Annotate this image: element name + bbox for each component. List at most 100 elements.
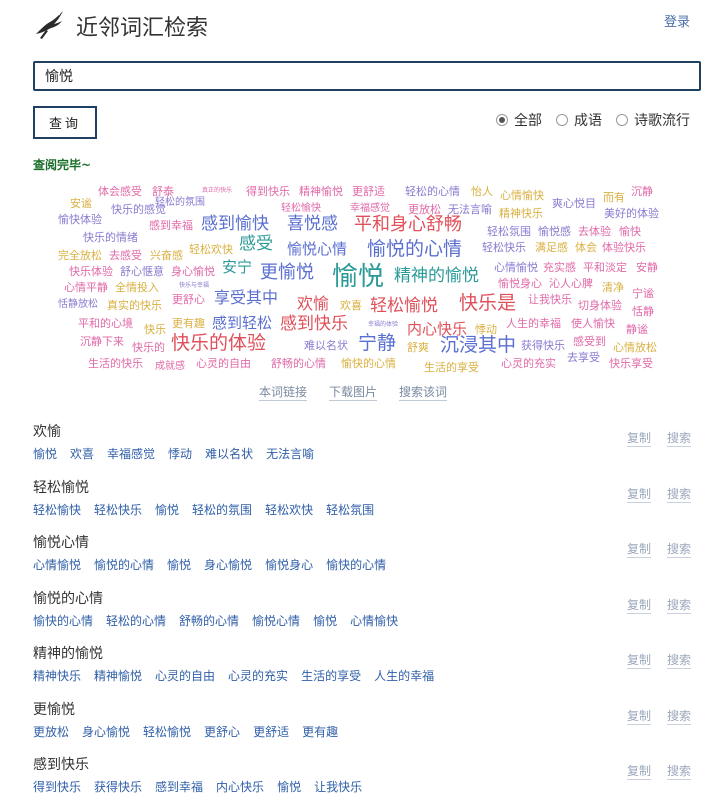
cloud-word[interactable]: 愉悦身心: [498, 278, 542, 289]
group-word-link[interactable]: 内心快乐: [216, 778, 264, 795]
cloud-word[interactable]: 更舒适: [352, 186, 385, 197]
cloud-word[interactable]: 心情放松: [613, 342, 657, 353]
cloud-word[interactable]: 平和的心境: [78, 318, 133, 329]
cloud-word[interactable]: 心情平静: [64, 282, 108, 293]
cloud-word[interactable]: 愉快的心情: [341, 358, 396, 369]
group-word-link[interactable]: 轻松的氛围: [192, 501, 252, 518]
group-word-link[interactable]: 心灵的充实: [228, 667, 288, 684]
cloud-word[interactable]: 感到轻松: [212, 316, 272, 331]
group-word-link[interactable]: 获得快乐: [94, 778, 142, 795]
cloud-word[interactable]: 切身体验: [578, 300, 622, 311]
group-word-link[interactable]: 愉悦: [155, 501, 179, 518]
cloud-word[interactable]: 静谧: [626, 324, 648, 335]
cloud-word[interactable]: 满足感: [535, 242, 568, 253]
group-word-link[interactable]: 更有趣: [302, 723, 338, 740]
search-button[interactable]: 搜索: [666, 651, 691, 669]
group-word-link[interactable]: 欢喜: [70, 445, 94, 462]
group-title[interactable]: 轻松愉悦: [33, 477, 89, 497]
cloud-word[interactable]: 沁人心脾: [549, 278, 593, 289]
group-word-link[interactable]: 愉悦: [313, 612, 337, 629]
cloud-word[interactable]: 快乐享受: [609, 358, 653, 369]
copy-button[interactable]: 复制: [626, 707, 651, 725]
cloud-word[interactable]: 怡人: [471, 186, 493, 197]
cloud-word[interactable]: 精神愉悦: [299, 186, 343, 197]
group-word-link[interactable]: 轻松的心情: [106, 612, 166, 629]
cloud-word[interactable]: 享受其中: [214, 290, 278, 306]
group-word-link[interactable]: 轻松愉悦: [143, 723, 191, 740]
cloud-word[interactable]: 恬静: [632, 306, 654, 317]
group-title[interactable]: 感到快乐: [33, 754, 89, 774]
cloud-word[interactable]: 快乐与幸福: [179, 283, 209, 289]
search-button[interactable]: 搜索: [666, 485, 691, 503]
cloud-word[interactable]: 心情愉快: [500, 190, 544, 201]
login-link[interactable]: 登录: [664, 11, 690, 30]
group-word-link[interactable]: 悸动: [168, 445, 192, 462]
group-title[interactable]: 愉悦的心情: [33, 588, 103, 608]
copy-button[interactable]: 复制: [626, 762, 651, 780]
cloud-word[interactable]: 去体验: [578, 226, 611, 237]
cloud-word[interactable]: 舒泰: [152, 186, 174, 197]
cloud-word[interactable]: 快乐的感觉: [111, 204, 166, 215]
cloud-word[interactable]: 欢愉: [297, 296, 329, 312]
copy-button[interactable]: 复制: [626, 596, 651, 614]
cloud-word[interactable]: 沉浸其中: [440, 336, 516, 355]
search-input[interactable]: [33, 61, 701, 91]
cloud-word[interactable]: 精神快乐: [499, 208, 543, 219]
cloud-word[interactable]: 幸福的体验: [368, 322, 398, 328]
search-button[interactable]: 搜索: [666, 429, 691, 447]
cloud-word[interactable]: 感受到: [573, 336, 606, 347]
cloud-word[interactable]: 宁谧: [632, 288, 654, 299]
cloud-word[interactable]: 沉静下来: [80, 336, 124, 347]
group-word-link[interactable]: 精神愉悦: [94, 667, 142, 684]
group-word-link[interactable]: 心灵的自由: [155, 667, 215, 684]
cloud-word[interactable]: 体验快乐: [602, 242, 646, 253]
cloud-word[interactable]: 轻松愉悦: [370, 298, 438, 315]
group-word-link[interactable]: 愉悦心情: [252, 612, 300, 629]
group-word-link[interactable]: 轻松快乐: [94, 501, 142, 518]
cloud-word[interactable]: 心灵的自由: [196, 358, 251, 369]
cloud-word[interactable]: 愉悦心情: [287, 242, 347, 257]
cloud-word[interactable]: 舒爽: [407, 342, 429, 353]
cloud-word[interactable]: 恬静放松: [58, 300, 98, 310]
cloud-word[interactable]: 喜悦感: [287, 216, 338, 233]
cloud-word[interactable]: 感到快乐: [280, 316, 348, 333]
cloud-word[interactable]: 清净: [602, 282, 624, 293]
group-title[interactable]: 更愉悦: [33, 699, 75, 719]
cloud-word[interactable]: 快乐体验: [69, 266, 113, 277]
cloud-word[interactable]: 得到快乐: [246, 186, 290, 197]
cloud-word[interactable]: 沉静: [631, 186, 653, 197]
cloud-word[interactable]: 充实感: [543, 262, 576, 273]
word-link-button[interactable]: 本词链接: [259, 383, 308, 401]
cloud-word[interactable]: 去享受: [567, 352, 600, 363]
group-word-link[interactable]: 感到幸福: [155, 778, 203, 795]
copy-button[interactable]: 复制: [626, 485, 651, 503]
cloud-word[interactable]: 愉悦的心情: [367, 240, 462, 259]
cloud-word[interactable]: 获得快乐: [521, 340, 565, 351]
group-word-link[interactable]: 让我快乐: [314, 778, 362, 795]
cloud-word[interactable]: 安静: [636, 262, 658, 273]
group-word-link[interactable]: 身心愉悦: [82, 723, 130, 740]
cloud-word[interactable]: 舒心惬意: [120, 266, 164, 277]
group-word-link[interactable]: 轻松氛围: [326, 501, 374, 518]
cloud-word[interactable]: 快乐的: [132, 342, 165, 353]
cloud-word[interactable]: 难以名状: [304, 340, 348, 351]
cloud-word[interactable]: 安谧: [70, 198, 92, 209]
group-word-link[interactable]: 愉悦身心: [265, 556, 313, 573]
cloud-word[interactable]: 使人愉快: [571, 318, 615, 329]
cloud-word[interactable]: 体会感受: [98, 186, 142, 197]
group-word-link[interactable]: 幸福感觉: [107, 445, 155, 462]
group-title[interactable]: 欢愉: [33, 421, 61, 441]
group-word-link[interactable]: 生活的享受: [301, 667, 361, 684]
filter-option-poetry[interactable]: 诗歌流行: [616, 110, 690, 130]
copy-button[interactable]: 复制: [626, 540, 651, 558]
search-button[interactable]: 搜索: [666, 540, 691, 558]
cloud-word[interactable]: 爽心悦目: [552, 198, 596, 209]
cloud-word[interactable]: 感到幸福: [149, 220, 193, 231]
group-word-link[interactable]: 无法言喻: [266, 445, 314, 462]
cloud-word[interactable]: 人生的幸福: [506, 318, 561, 329]
cloud-word[interactable]: 安宁: [222, 260, 252, 275]
group-word-link[interactable]: 心情愉快: [350, 612, 398, 629]
cloud-word[interactable]: 精神的愉悦: [394, 268, 479, 285]
cloud-word[interactable]: 真实的快乐: [107, 300, 162, 311]
cloud-word[interactable]: 成就感: [155, 362, 185, 372]
